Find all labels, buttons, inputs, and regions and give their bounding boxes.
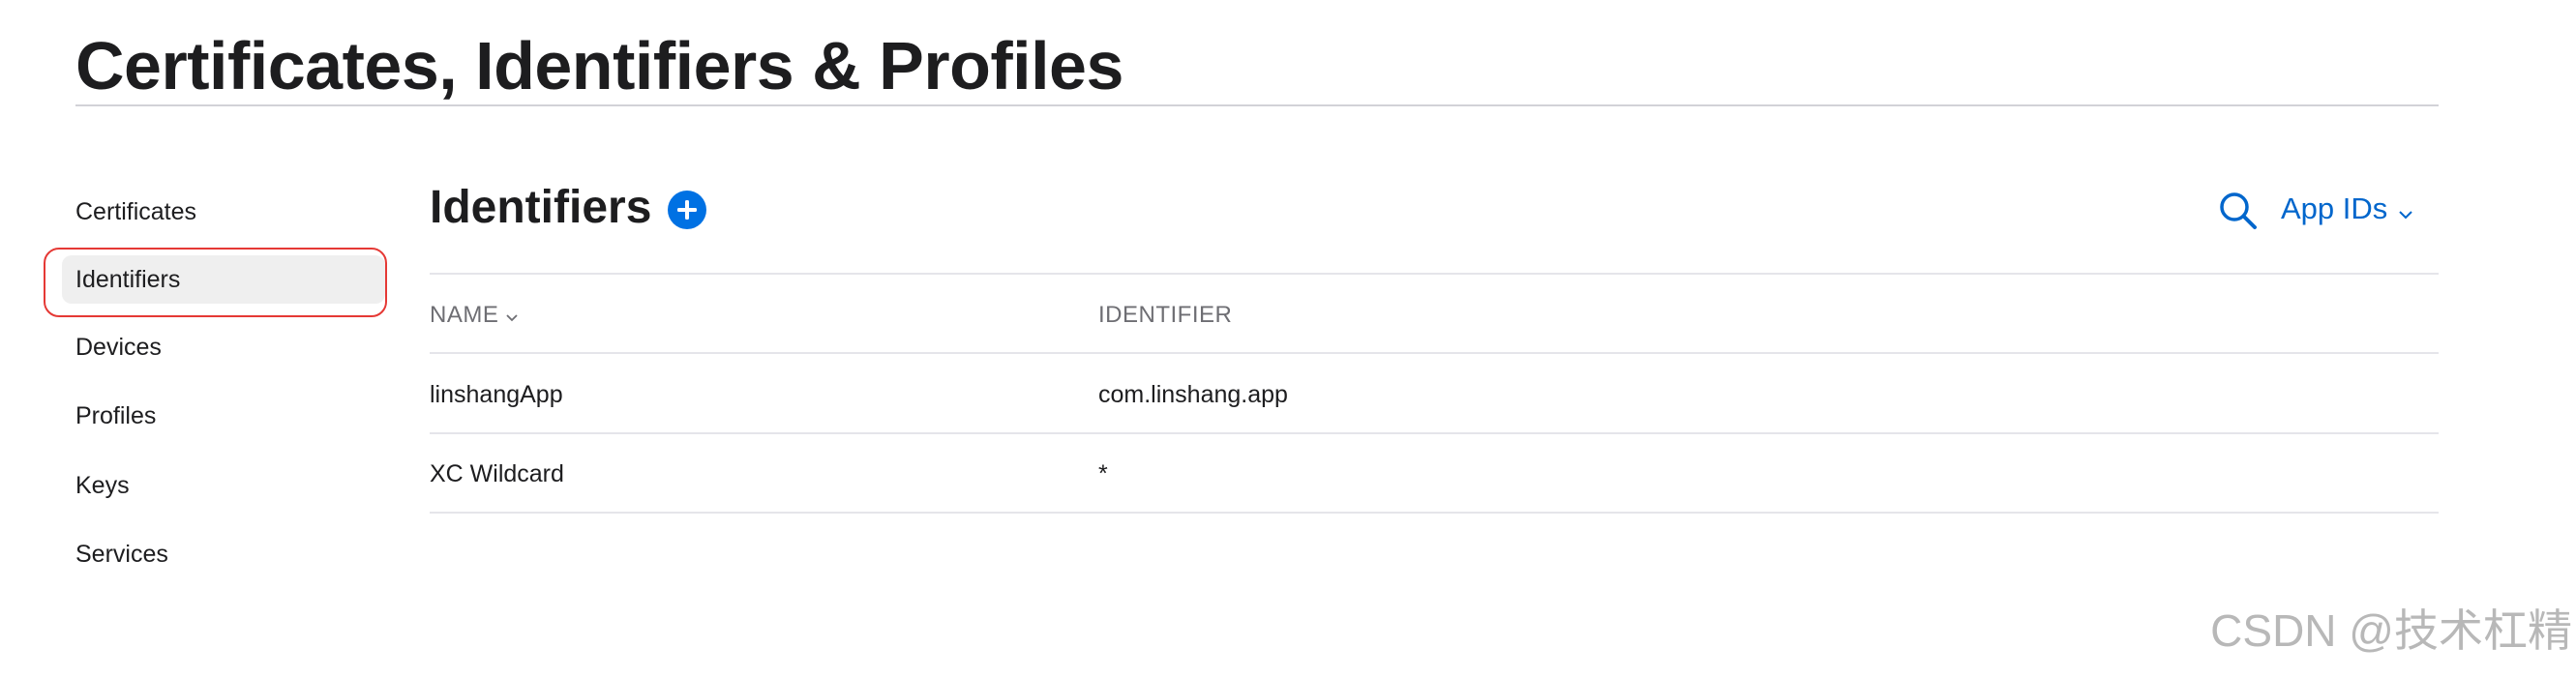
title-divider [75, 104, 2439, 106]
row-name-cell[interactable]: linshangApp [430, 373, 563, 416]
sidebar-item-identifiers[interactable]: Identifiers [62, 255, 385, 304]
row-identifier-cell: * [1098, 460, 1108, 487]
sidebar-item-keys[interactable]: Keys [75, 461, 130, 510]
add-identifier-button[interactable] [668, 191, 706, 229]
row-name-cell[interactable]: XC Wildcard [430, 453, 564, 495]
sort-chevron-icon [504, 297, 520, 336]
identifier-type-select[interactable]: App IDs [2281, 188, 2414, 230]
search-icon [2220, 192, 2257, 229]
sidebar-item-profiles[interactable]: Profiles [75, 392, 156, 440]
section-title: Identifiers [430, 182, 652, 233]
search-button[interactable] [2218, 191, 2259, 231]
table-row[interactable] [430, 354, 2439, 431]
sidebar-item-devices[interactable]: Devices [75, 323, 162, 371]
sidebar-item-certificates[interactable]: Certificates [75, 188, 196, 236]
table-top-divider [430, 273, 2439, 275]
column-header-name[interactable]: NAME [430, 296, 520, 335]
plus-circle-icon [677, 200, 697, 220]
row-identifier-cell: com.linshang.app [1098, 381, 1288, 408]
identifier-type-value: App IDs [2281, 191, 2388, 225]
column-header-identifier: IDENTIFIER [1098, 302, 1233, 328]
watermark: CSDN @技术杠精 [2210, 605, 2572, 656]
column-header-name-label: NAME [430, 302, 499, 328]
table-bottom-divider [430, 512, 2439, 514]
chevron-down-icon [2397, 190, 2414, 232]
table-row[interactable] [430, 434, 2439, 512]
page-title: Certificates, Identifiers & Profiles [75, 28, 1123, 103]
sidebar-item-services[interactable]: Services [75, 530, 168, 578]
